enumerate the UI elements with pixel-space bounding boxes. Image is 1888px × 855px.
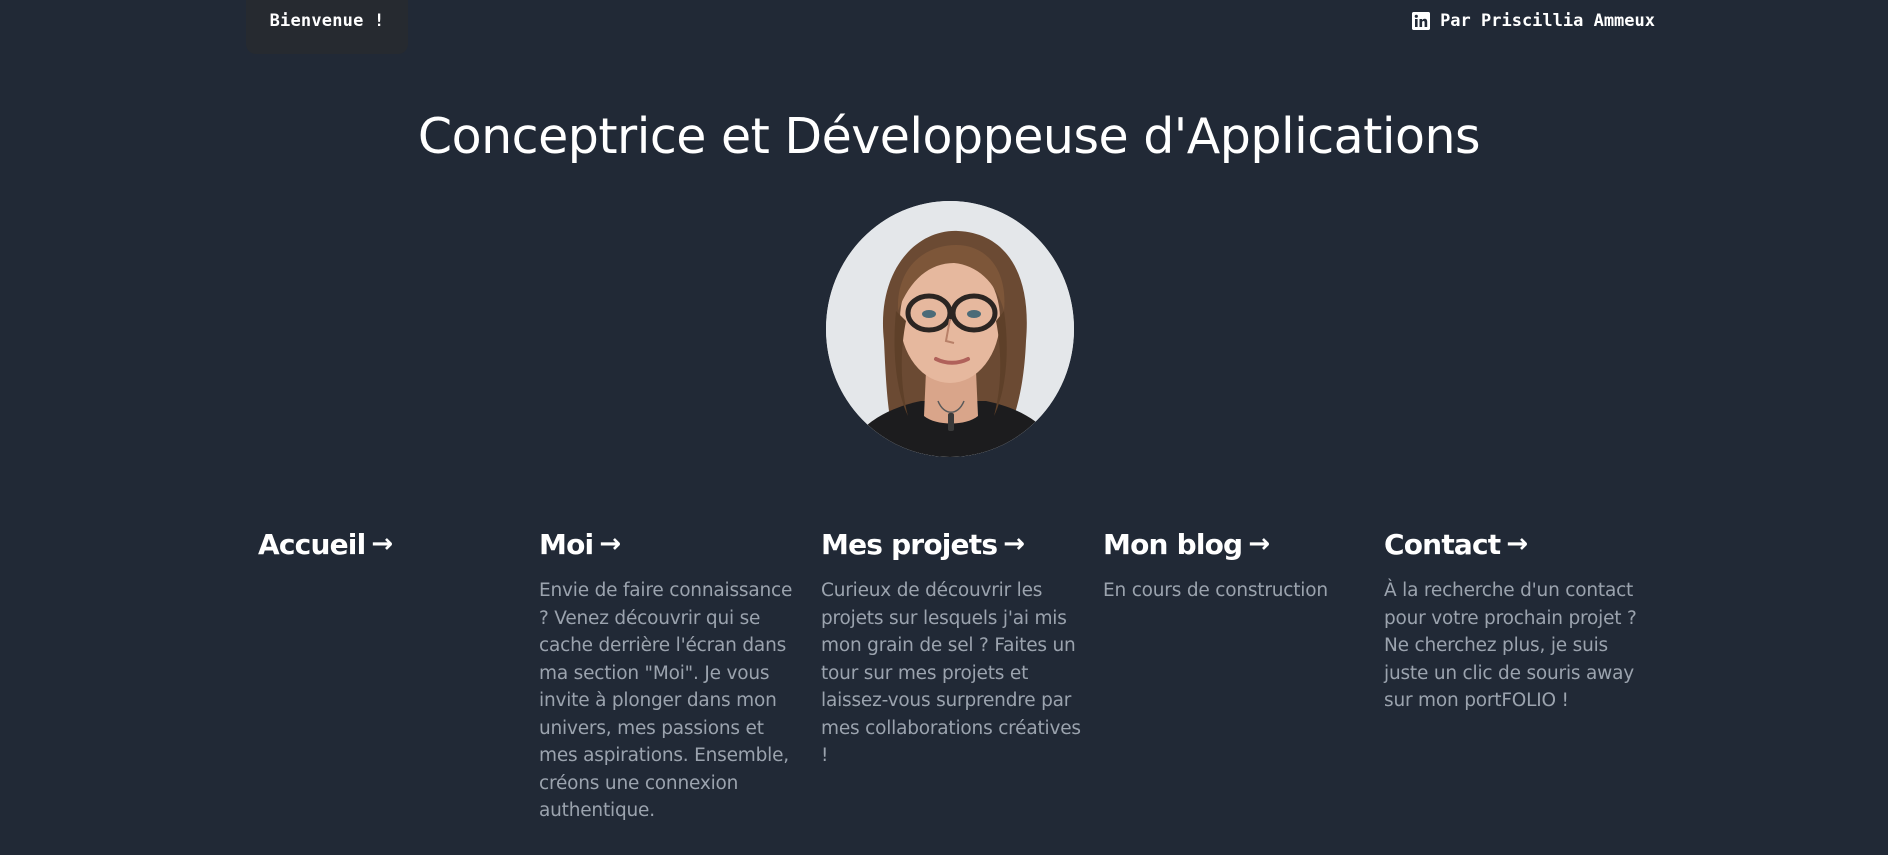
author-linkedin-link[interactable]: Par Priscillia Ammeux <box>1412 11 1655 31</box>
card-contact: Contact → À la recherche d'un contact po… <box>1384 521 1648 715</box>
arrow-right-icon: → <box>1003 529 1025 559</box>
arrow-right-icon: → <box>1506 529 1528 559</box>
avatar <box>826 201 1074 457</box>
card-projets: Mes projets → Curieux de découvrir les p… <box>821 521 1085 770</box>
nav-contact-link[interactable]: Contact → <box>1384 521 1648 567</box>
nav-moi-link[interactable]: Moi → <box>539 521 803 567</box>
welcome-text: Bienvenue ! <box>269 11 385 31</box>
arrow-right-icon: → <box>1248 529 1270 559</box>
page-title: Conceptrice et Développeuse d'Applicatio… <box>417 108 1481 165</box>
card-title: Contact <box>1384 527 1501 561</box>
nav-projets-link[interactable]: Mes projets → <box>821 521 1085 567</box>
linkedin-icon <box>1412 12 1431 30</box>
card-description: Envie de faire connaissance ? Venez déco… <box>539 580 793 821</box>
nav-blog-link[interactable]: Mon blog → <box>1103 521 1367 567</box>
card-title: Mon blog <box>1103 527 1243 561</box>
arrow-right-icon: → <box>371 529 393 559</box>
author-name: Par Priscillia Ammeux <box>1440 11 1655 31</box>
card-accueil: Accueil → <box>258 521 522 577</box>
card-description: Curieux de découvrir les projets sur les… <box>821 580 1081 766</box>
welcome-badge: Bienvenue ! <box>246 0 408 54</box>
card-title: Mes projets <box>821 527 998 561</box>
card-description: À la recherche d'un contact pour votre p… <box>1384 580 1637 711</box>
card-blog: Mon blog → En cours de construction <box>1103 521 1367 605</box>
profile-photo-icon <box>826 201 1074 457</box>
card-moi: Moi → Envie de faire connaissance ? Vene… <box>539 521 803 825</box>
arrow-right-icon: → <box>599 529 621 559</box>
card-description: En cours de construction <box>1103 580 1328 601</box>
nav-accueil-link[interactable]: Accueil → <box>258 521 522 567</box>
card-title: Accueil <box>258 527 366 561</box>
card-title: Moi <box>539 527 594 561</box>
